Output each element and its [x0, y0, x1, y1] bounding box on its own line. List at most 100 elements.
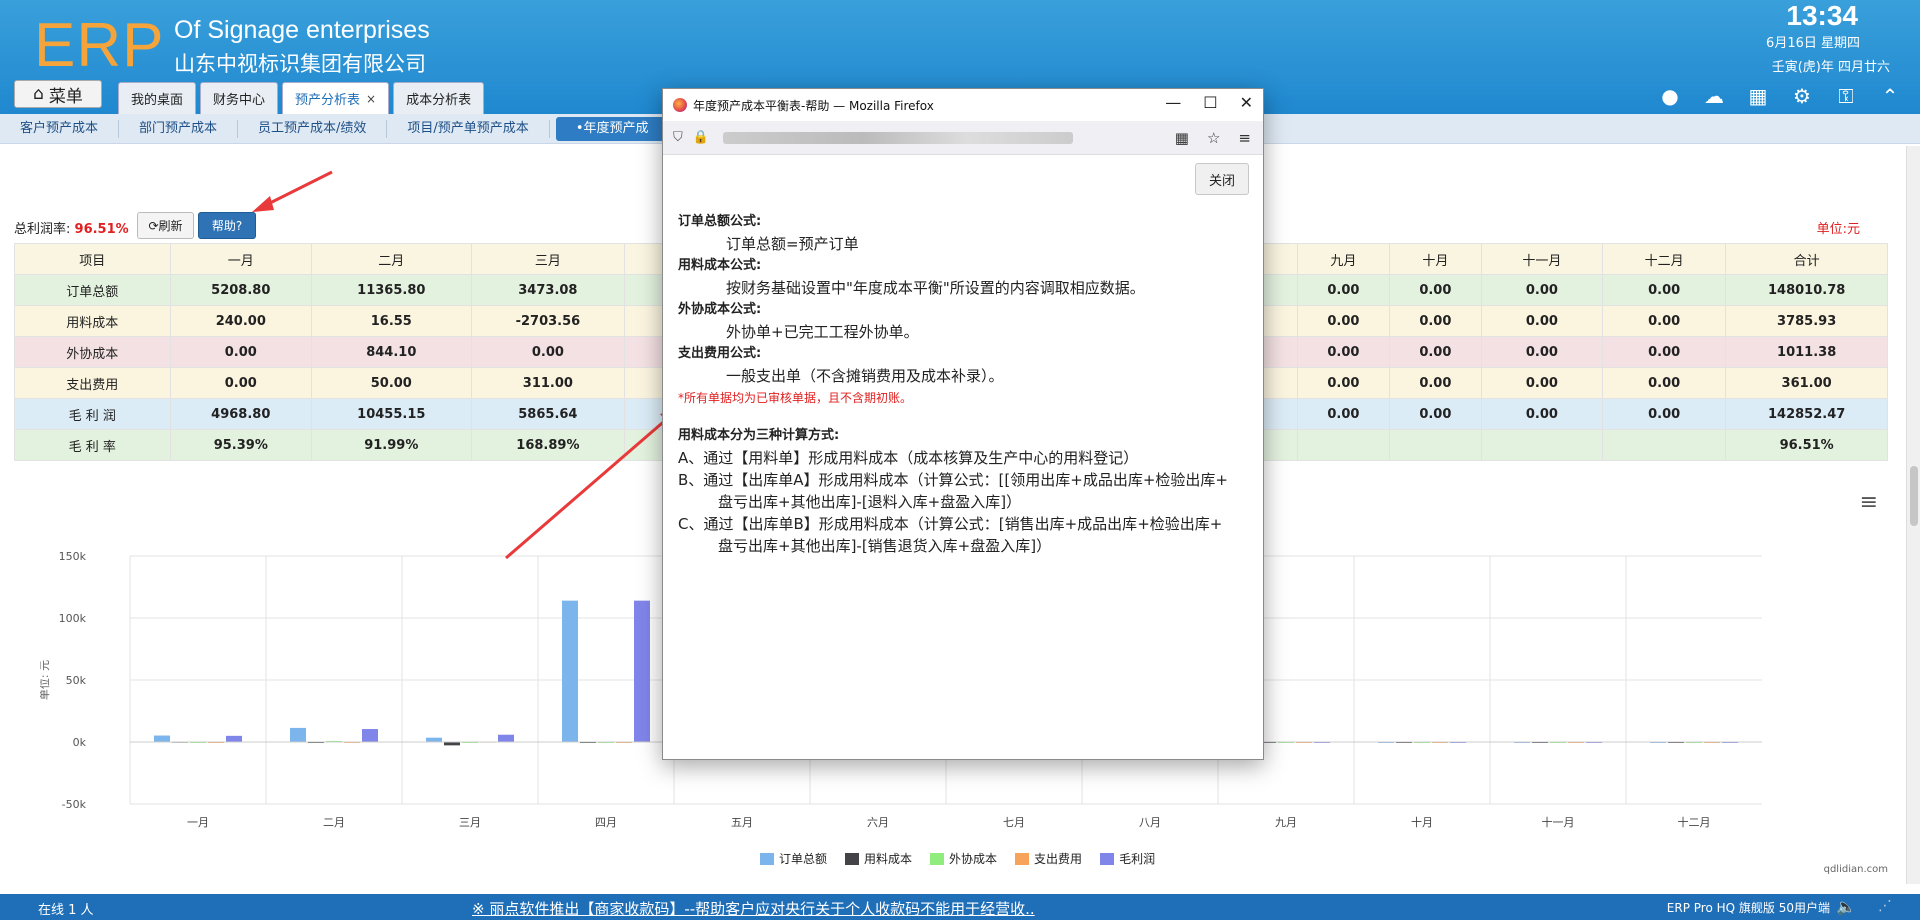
- method-b: B、通过【出库单A】形成用料成本（计算公式：[[领用出库+成品出库+检验出库+: [678, 471, 1228, 489]
- table-cell: 16.55: [311, 305, 472, 337]
- tab-cost-analysis[interactable]: 成本分析表: [393, 82, 485, 114]
- tab-close-icon[interactable]: ×: [366, 92, 376, 106]
- shield-icon[interactable]: ⛉: [673, 130, 683, 145]
- chart-menu-icon[interactable]: ≡: [1860, 490, 1878, 515]
- legend-item[interactable]: 毛利润: [1100, 850, 1155, 867]
- refresh-icon: ⟳: [148, 218, 159, 233]
- home-icon: ⌂: [33, 84, 44, 104]
- formula-body: 外协单+已完工工程外协单。: [726, 323, 919, 341]
- popup-title: 年度预产成本平衡表-帮助 — Mozilla Firefox: [693, 98, 934, 113]
- y-tick-label: 0k: [73, 736, 87, 749]
- qr-icon[interactable]: ▦: [1175, 129, 1189, 147]
- legend-swatch: [930, 852, 945, 865]
- total-profit-rate: 总利润率: 96.51%: [14, 218, 129, 237]
- arrowhead-1: [252, 196, 274, 212]
- table-cell: 0.00: [1296, 336, 1390, 368]
- column-header: 二月: [311, 243, 472, 275]
- legend-swatch: [760, 852, 774, 865]
- legend-item[interactable]: 外协成本: [930, 850, 997, 867]
- refresh-label: 刷新: [158, 219, 183, 233]
- table-cell: 844.10: [311, 336, 472, 368]
- gear-icon[interactable]: ⚙: [1790, 84, 1814, 108]
- lock-icon[interactable]: 🔒: [693, 130, 709, 145]
- profit-label: 总利润率:: [14, 222, 71, 237]
- menu-button[interactable]: ⌂ 菜单: [14, 80, 102, 108]
- volume-icon[interactable]: 🔈: [1836, 897, 1856, 916]
- x-tick-label: 二月: [323, 816, 345, 829]
- key-icon[interactable]: ⚿: [1834, 84, 1858, 108]
- table-cell: 311.00: [470, 367, 626, 399]
- formula-head: 用料成本公式:: [678, 258, 762, 273]
- help-content: 订单总额公式: 订单总额=预产订单 用料成本公式: 按财务基础设置中"年度成本平…: [678, 211, 1258, 557]
- arrow-line-1: [263, 170, 333, 208]
- url-field[interactable]: [722, 131, 1073, 144]
- help-popup-window: 年度预产成本平衡表-帮助 — Mozilla Firefox — ☐ ✕ ⛉ 🔒…: [662, 88, 1264, 760]
- table-cell: 0.00: [1388, 305, 1482, 337]
- column-header: 一月: [169, 243, 313, 275]
- method-c-cont: 盘亏出库+其他出库]-[销售退货入库+盘盈入库]）: [718, 537, 1052, 555]
- user-icon[interactable]: ●: [1658, 84, 1682, 108]
- formula-body: 按财务基础设置中"年度成本平衡"所设置的内容调取相应数据。: [726, 279, 1145, 297]
- column-header: 九月: [1296, 243, 1390, 275]
- table-cell: 0.00: [1480, 398, 1604, 430]
- x-tick-label: 三月: [459, 816, 481, 829]
- online-status: 在线 1 人: [38, 903, 94, 918]
- column-header: 合计: [1725, 243, 1888, 275]
- column-header: 三月: [470, 243, 626, 275]
- grid-icon[interactable]: ▦: [1746, 84, 1770, 108]
- table-cell: [1602, 429, 1727, 461]
- collapse-icon[interactable]: ⌃: [1878, 84, 1902, 108]
- subnav-annual-cost[interactable]: •年度预产成: [555, 116, 670, 141]
- table-cell: [1388, 429, 1482, 461]
- row-label: 毛 利 润: [14, 398, 171, 430]
- tab-bar: 我的桌面 财务中心 预产分析表 × 成本分析表: [118, 82, 485, 114]
- subnav-customer-cost[interactable]: 客户预产成本: [0, 119, 120, 138]
- tab-label: 成本分析表: [406, 93, 472, 108]
- table-cell: 240.00: [169, 305, 313, 337]
- table-cell: 3785.93: [1725, 305, 1888, 337]
- tab-label: 我的桌面: [131, 93, 184, 108]
- scrollbar-thumb[interactable]: [1910, 466, 1918, 526]
- formula-head: 订单总额公式:: [678, 214, 762, 229]
- table-cell: 148010.78: [1725, 274, 1888, 306]
- cloud-icon[interactable]: ☁: [1702, 84, 1726, 108]
- table-cell: 0.00: [1602, 336, 1727, 368]
- legend-item[interactable]: 用料成本: [845, 850, 912, 867]
- y-axis-label: 单位: 元: [40, 660, 51, 700]
- announcement-link[interactable]: ※ 丽点软件推出【商家收款码】--帮助客户应对央行关于个人收款码不能用于经营收.…: [472, 898, 1035, 919]
- x-tick-label: 八月: [1139, 816, 1161, 829]
- y-tick-label: 150k: [59, 550, 87, 563]
- maximize-icon[interactable]: ☐: [1203, 93, 1217, 112]
- legend-item[interactable]: 订单总额: [760, 850, 827, 867]
- refresh-button[interactable]: ⟳ 刷新: [137, 212, 194, 239]
- legend-label: 外协成本: [949, 852, 998, 866]
- close-window-icon[interactable]: ✕: [1240, 93, 1253, 112]
- bar: [290, 727, 306, 742]
- method-b-cont: 盘亏出库+其他出库]-[退料入库+盘盈入库]）: [718, 493, 1022, 511]
- bar: [634, 600, 650, 742]
- tab-label: 预产分析表: [295, 93, 361, 108]
- table-cell: 11365.80: [311, 274, 472, 306]
- close-button[interactable]: 关闭: [1195, 163, 1249, 195]
- table-cell: 0.00: [1296, 367, 1390, 399]
- subnav-department-cost[interactable]: 部门预产成本: [119, 119, 239, 138]
- tab-my-desktop[interactable]: 我的桌面: [118, 82, 197, 114]
- tab-finance-center[interactable]: 财务中心: [200, 82, 279, 114]
- subnav-employee-cost[interactable]: 员工预产成本/绩效: [238, 119, 388, 138]
- legend-item[interactable]: 支出费用: [1015, 850, 1082, 867]
- help-button[interactable]: 帮助?: [198, 212, 256, 239]
- table-cell: 10455.15: [311, 398, 472, 430]
- menu-icon[interactable]: ≡: [1238, 129, 1251, 147]
- subnav-project-cost[interactable]: 项目/预产单预产成本: [387, 119, 550, 138]
- popup-addressbar: ⛉ 🔒 ▦ ☆ ≡: [663, 121, 1263, 155]
- tab-preproduction-analysis[interactable]: 预产分析表 ×: [282, 82, 390, 114]
- page-scrollbar[interactable]: [1906, 146, 1920, 884]
- table-cell: 96.51%: [1725, 429, 1888, 461]
- table-cell: 0.00: [1602, 305, 1727, 337]
- chart-legend: 订单总额 用料成本 外协成本 支出费用 毛利润: [760, 850, 1155, 867]
- star-icon[interactable]: ☆: [1207, 129, 1220, 147]
- minimize-icon[interactable]: —: [1165, 93, 1181, 112]
- brand-english: Of Signage enterprises: [174, 16, 430, 44]
- bar: [562, 600, 578, 742]
- table-cell: 3473.08: [470, 274, 626, 306]
